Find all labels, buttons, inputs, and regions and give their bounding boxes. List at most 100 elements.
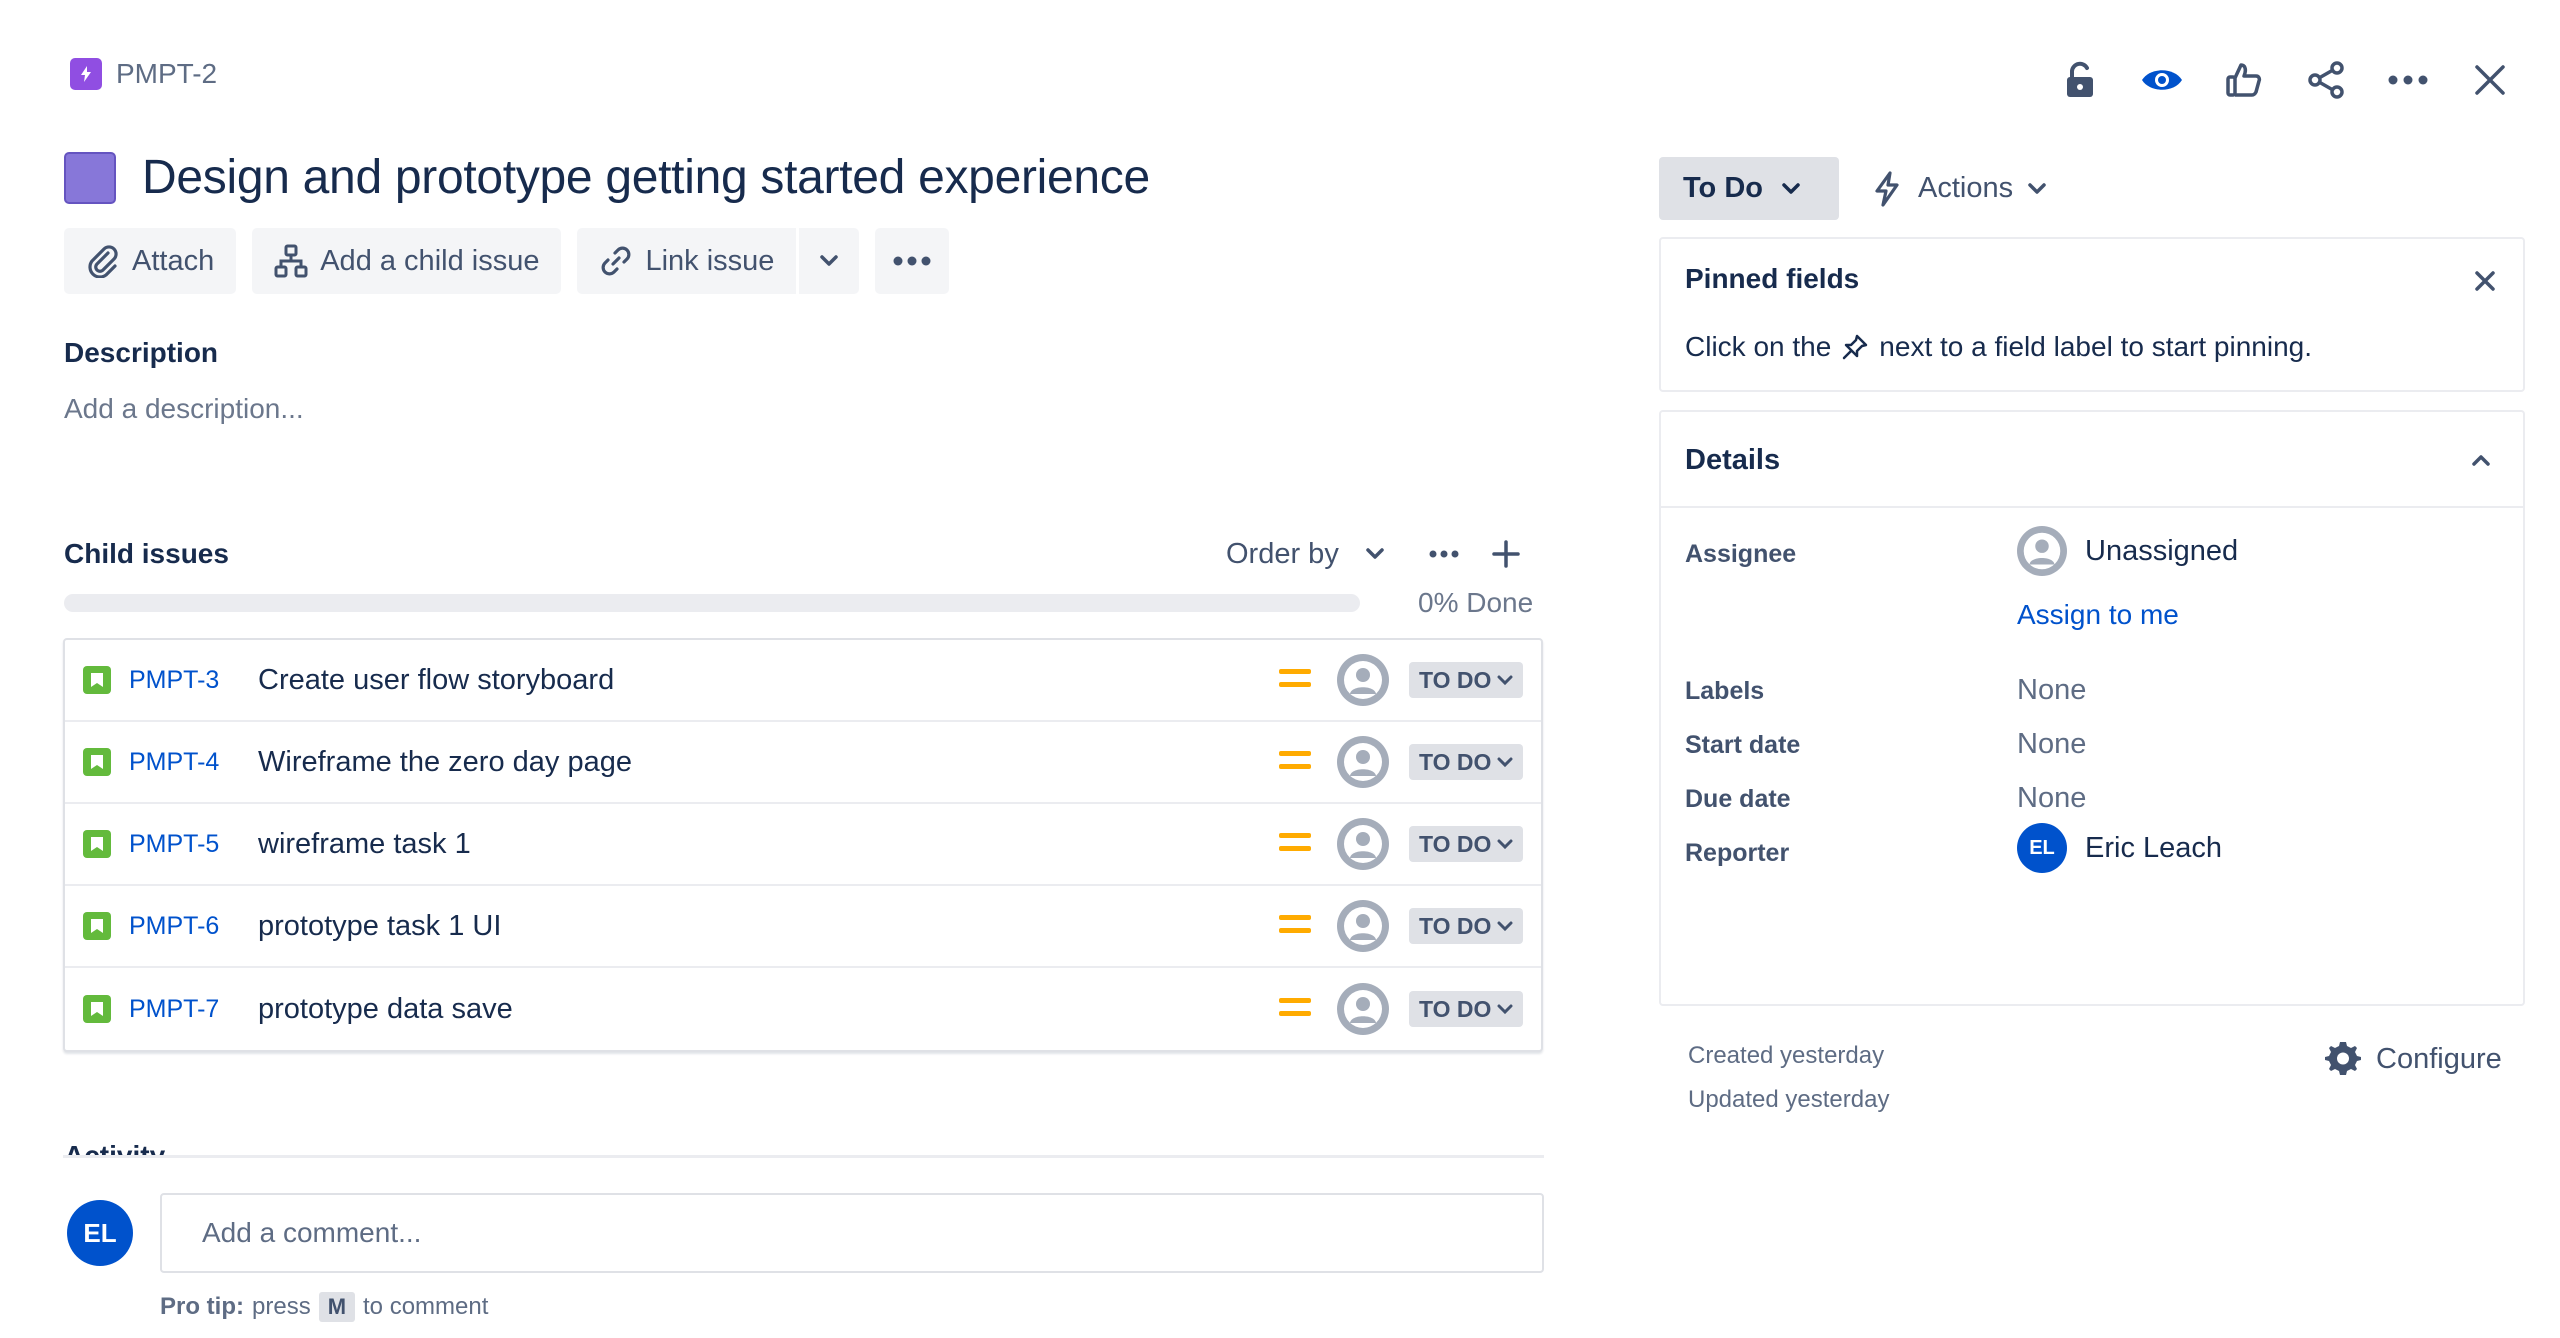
thumbs-up-icon[interactable] xyxy=(2214,50,2274,110)
reporter-field[interactable]: EL Eric Leach xyxy=(2017,823,2222,873)
status-label: TO DO xyxy=(1419,995,1492,1022)
link-issue-button[interactable]: Link issue xyxy=(577,228,797,294)
issue-title[interactable]: Design and prototype getting started exp… xyxy=(142,150,1150,205)
details-header[interactable]: Details xyxy=(1661,412,2523,508)
child-issue-summary[interactable]: prototype data save xyxy=(258,993,513,1026)
automation-lightning-icon xyxy=(1870,170,1904,208)
chevron-down-icon xyxy=(1497,921,1513,932)
child-issue-summary[interactable]: Wireframe the zero day page xyxy=(258,746,632,779)
story-bookmark-icon xyxy=(83,995,111,1023)
child-issues-progress-bar xyxy=(64,594,1360,612)
child-issue-key[interactable]: PMPT-4 xyxy=(129,748,219,777)
reporter-name: Eric Leach xyxy=(2085,831,2223,864)
table-row[interactable]: PMPT-4 Wireframe the zero day page TO DO xyxy=(65,722,1541,804)
priority-medium-icon xyxy=(1279,913,1311,940)
child-issue-summary[interactable]: Create user flow storyboard xyxy=(258,664,614,697)
avatar[interactable] xyxy=(1337,736,1389,788)
paperclip-icon xyxy=(86,244,120,278)
child-issue-key[interactable]: PMPT-3 xyxy=(129,666,219,695)
add-child-issue-label: Add a child issue xyxy=(320,244,540,277)
plus-icon xyxy=(1491,539,1521,569)
avatar[interactable] xyxy=(1337,818,1389,870)
status-lozenge-dropdown[interactable]: TO DO xyxy=(1409,991,1524,1027)
created-timestamp: Created yesterday xyxy=(1688,1042,1885,1069)
table-row[interactable]: PMPT-6 prototype task 1 UI TO DO xyxy=(65,886,1541,968)
table-row[interactable]: PMPT-7 prototype data save TO DO xyxy=(65,968,1541,1050)
pro-tip: Pro tip: press M to comment xyxy=(160,1292,488,1322)
order-by-label: Order by xyxy=(1226,537,1339,570)
pinned-msg-after: next to a field label to start pinning. xyxy=(1879,331,2313,362)
details-title: Details xyxy=(1685,444,1781,476)
description-field[interactable]: Add a description... xyxy=(64,393,304,425)
child-issue-summary[interactable]: wireframe task 1 xyxy=(258,828,471,861)
priority-medium-icon xyxy=(1279,749,1311,776)
pinned-fields-title: Pinned fields xyxy=(1685,263,1860,294)
activity-divider xyxy=(63,1155,1544,1158)
watch-eye-icon[interactable] xyxy=(2132,50,2192,110)
avatar[interactable] xyxy=(1337,983,1389,1035)
assign-to-me-link[interactable]: Assign to me xyxy=(2017,599,2179,631)
labels-field[interactable]: None xyxy=(2017,674,2086,707)
add-child-issue-plus-button[interactable] xyxy=(1481,532,1531,576)
status-label: TO DO xyxy=(1419,830,1492,857)
configure-label: Configure xyxy=(2376,1042,2502,1075)
status-lozenge-dropdown[interactable]: TO DO xyxy=(1409,662,1524,698)
status-button-label: To Do xyxy=(1683,172,1763,204)
chevron-down-icon xyxy=(1497,839,1513,850)
link-issue-dropdown[interactable] xyxy=(796,228,860,294)
priority-medium-icon xyxy=(1279,996,1311,1023)
chevron-down-icon xyxy=(1497,757,1513,768)
more-horizontal-icon[interactable] xyxy=(2378,50,2438,110)
pro-tip-rest: to comment xyxy=(363,1293,489,1320)
more-actions-button[interactable] xyxy=(875,228,950,294)
hierarchy-icon xyxy=(274,244,308,278)
unlock-icon[interactable] xyxy=(2050,50,2110,110)
story-bookmark-icon xyxy=(83,666,111,694)
child-issues-more-button[interactable] xyxy=(1419,532,1469,576)
link-icon xyxy=(599,244,633,278)
start-date-field[interactable]: None xyxy=(2017,728,2086,761)
breadcrumb-issue-key[interactable]: PMPT-2 xyxy=(116,58,217,90)
due-date-field[interactable]: None xyxy=(2017,782,2086,815)
assignee-field[interactable]: Unassigned xyxy=(2017,526,2238,576)
chevron-up-icon[interactable] xyxy=(2459,438,2503,482)
configure-button[interactable]: Configure xyxy=(2324,1040,2502,1078)
status-lozenge-dropdown[interactable]: TO DO xyxy=(1409,826,1524,862)
chevron-down-icon xyxy=(2027,182,2047,196)
chevron-down-icon xyxy=(1365,547,1385,561)
keyboard-shortcut-key: M xyxy=(318,1292,356,1322)
reporter-label: Reporter xyxy=(1685,839,1790,867)
add-child-issue-button[interactable]: Add a child issue xyxy=(252,228,562,294)
status-lozenge-dropdown[interactable]: TO DO xyxy=(1409,744,1524,780)
table-row[interactable]: PMPT-3 Create user flow storyboard TO DO xyxy=(65,640,1541,722)
order-by-dropdown[interactable]: Order by xyxy=(1226,538,1385,571)
avatar[interactable] xyxy=(1337,900,1389,952)
attach-button[interactable]: Attach xyxy=(64,228,237,294)
progress-percent-text: 0% Done xyxy=(1418,587,1534,618)
comment-input[interactable]: Add a comment... xyxy=(160,1193,1544,1273)
table-row[interactable]: PMPT-5 wireframe task 1 TO DO xyxy=(65,804,1541,886)
child-issue-key[interactable]: PMPT-5 xyxy=(129,830,219,859)
status-transition-button[interactable]: To Do xyxy=(1659,157,1839,220)
due-date-label: Due date xyxy=(1685,785,1791,813)
child-issues-controls: Order by xyxy=(1226,532,1531,576)
status-lozenge-dropdown[interactable]: TO DO xyxy=(1409,908,1524,944)
gear-icon xyxy=(2324,1040,2362,1078)
more-horizontal-icon xyxy=(1429,550,1459,558)
avatar xyxy=(2017,526,2067,576)
actions-button[interactable]: Actions xyxy=(1870,157,2047,220)
story-bookmark-icon xyxy=(83,830,111,858)
breadcrumb[interactable]: PMPT-2 xyxy=(70,58,217,90)
share-icon[interactable] xyxy=(2296,50,2356,110)
close-icon[interactable] xyxy=(2463,259,2507,303)
child-issue-summary[interactable]: prototype task 1 UI xyxy=(258,910,501,943)
priority-medium-icon xyxy=(1279,831,1311,858)
description-heading: Description xyxy=(64,337,219,368)
child-issue-key[interactable]: PMPT-7 xyxy=(129,995,219,1024)
child-issues-heading: Child issues xyxy=(64,538,229,569)
avatar[interactable] xyxy=(1337,654,1389,706)
issue-toolbar: Attach Add a child issue Link issue xyxy=(64,228,950,294)
assignee-value: Unassigned xyxy=(2085,534,2239,567)
close-icon[interactable] xyxy=(2460,50,2520,110)
child-issue-key[interactable]: PMPT-6 xyxy=(129,912,219,941)
